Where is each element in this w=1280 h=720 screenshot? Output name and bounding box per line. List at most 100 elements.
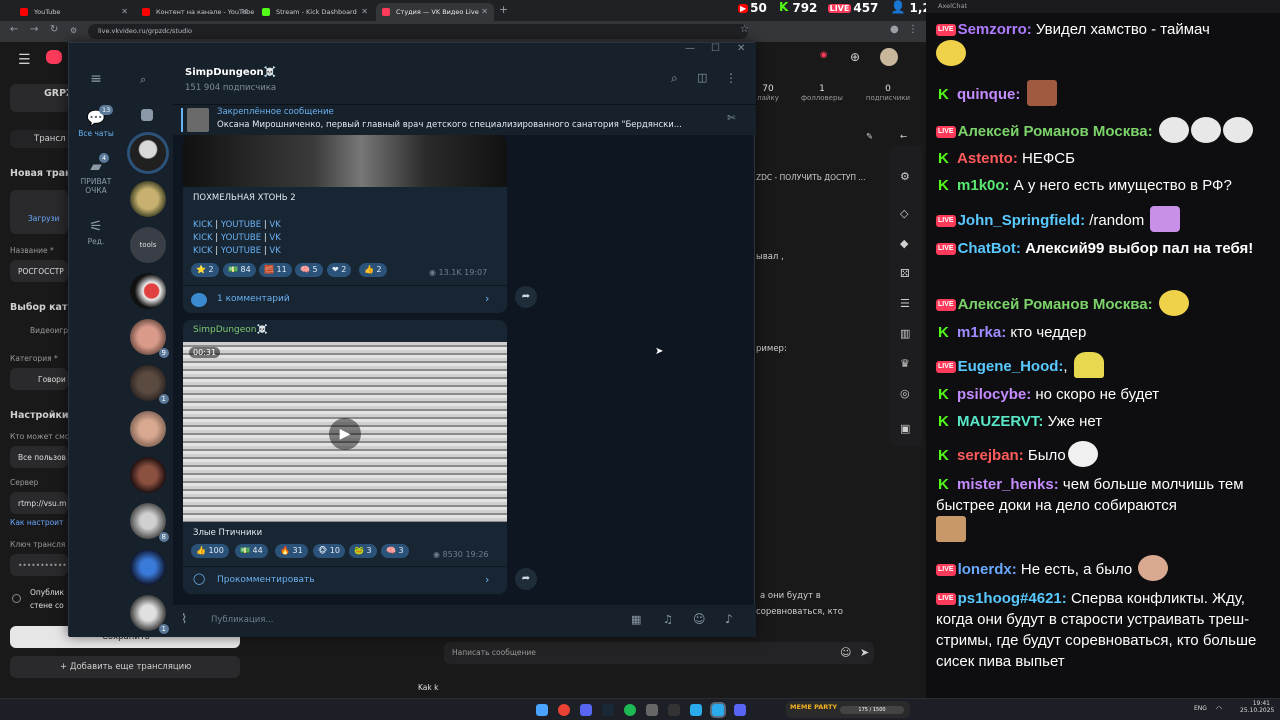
youtube-link[interactable]: YOUTUBE: [221, 233, 261, 243]
comments-button[interactable]: 1 комментарий ›: [183, 285, 507, 313]
reaction-fire[interactable]: 🔥 31: [275, 544, 308, 558]
notifications-icon[interactable]: ◉: [820, 50, 827, 60]
discord-icon[interactable]: [580, 704, 592, 716]
chat-item[interactable]: [130, 457, 166, 493]
browser-tab-youtube[interactable]: YouTube ✕: [14, 3, 134, 21]
wifi-icon[interactable]: ◠: [1216, 705, 1222, 713]
more-icon[interactable]: ⋮: [725, 71, 737, 85]
browser-tab-vk-studio[interactable]: Студия — VK Видео Live ✕: [376, 3, 494, 21]
vk-link[interactable]: VK: [269, 220, 280, 230]
message-input[interactable]: Публикация...: [211, 615, 274, 625]
telegram-icon[interactable]: [690, 704, 702, 716]
play-icon[interactable]: ▶: [329, 418, 361, 450]
close-icon[interactable]: ✕: [737, 43, 745, 54]
kick-link[interactable]: KICK: [193, 220, 213, 230]
list-icon[interactable]: ☰: [900, 297, 910, 310]
chat-item[interactable]: [130, 549, 166, 585]
app-icon[interactable]: [734, 704, 746, 716]
collapse-icon[interactable]: ←: [900, 132, 907, 142]
maximize-icon[interactable]: ☐: [711, 43, 720, 54]
archive-icon[interactable]: [141, 109, 153, 121]
gem-icon[interactable]: ◆: [900, 237, 908, 250]
pinned-message-bar[interactable]: Закреплённое сообщение Оксана Мирошничен…: [173, 105, 756, 135]
reaction-thumbs-up[interactable]: 👍 2: [359, 263, 387, 277]
reaction-brain[interactable]: 🧠 5: [295, 263, 323, 277]
settings-gear-icon[interactable]: ⚙: [900, 170, 910, 183]
publish-checkbox[interactable]: [12, 594, 21, 603]
clock[interactable]: 19:41 25.10.2025: [1240, 700, 1274, 714]
spotify-icon[interactable]: [624, 704, 636, 716]
app-icon[interactable]: [646, 704, 658, 716]
post-image[interactable]: [183, 135, 507, 187]
chat-item[interactable]: [130, 273, 166, 309]
site-info-icon[interactable]: ⚙: [70, 26, 77, 35]
vk-link[interactable]: VK: [269, 233, 280, 243]
upload-cover-button[interactable]: [10, 190, 68, 234]
forward-icon[interactable]: →: [30, 24, 38, 35]
chat-bubble-icon[interactable]: ◎: [900, 387, 910, 400]
kick-link[interactable]: KICK: [193, 246, 213, 256]
chat-item[interactable]: tools: [130, 227, 166, 263]
chat-item[interactable]: 9: [130, 319, 169, 358]
share-button[interactable]: ➦: [515, 286, 537, 308]
bell-icon[interactable]: ♫: [663, 613, 673, 626]
folder-all-chats[interactable]: 💬 Все чаты 13: [69, 105, 123, 138]
reaction-brain[interactable]: 🧠 3: [381, 544, 409, 558]
browser-tab-kick[interactable]: Stream - Kick Dashboard ✕: [256, 3, 374, 21]
sidebar-toggle-icon[interactable]: ◫: [697, 71, 707, 84]
send-icon[interactable]: ➤: [860, 646, 869, 659]
add-stream-button[interactable]: + Добавить еще трансляцию: [10, 656, 240, 678]
avatar[interactable]: [880, 48, 898, 66]
reaction-star[interactable]: ⭐ 2: [191, 263, 219, 277]
share-button[interactable]: ➦: [515, 568, 537, 590]
minimize-icon[interactable]: —: [685, 43, 695, 54]
reaction-money[interactable]: 💵 84: [223, 263, 256, 277]
youtube-link[interactable]: YOUTUBE: [221, 220, 261, 230]
reload-icon[interactable]: ↻: [50, 24, 58, 35]
chat-item[interactable]: 8: [130, 503, 169, 542]
address-bar[interactable]: live.vkvideo.ru/grpzdc/studio: [88, 24, 748, 39]
chat-item[interactable]: [130, 411, 166, 447]
reaction-heart[interactable]: ❤ 2: [327, 263, 352, 277]
studio-chat-input[interactable]: Написать сообщение: [444, 642, 874, 664]
close-tab-icon[interactable]: ✕: [481, 3, 488, 21]
chat-item[interactable]: 1: [130, 595, 169, 634]
diamond-icon[interactable]: ◇: [900, 207, 908, 220]
channel-title[interactable]: SimpDungeon☠️: [185, 67, 276, 78]
pin-list-icon[interactable]: ✄: [727, 113, 735, 124]
vk-link[interactable]: VK: [269, 246, 280, 256]
meme-party-widget[interactable]: MEME PARTY 175 / 1500: [786, 701, 910, 718]
menu-icon[interactable]: ⋮: [908, 24, 918, 35]
chat-simpdungeon[interactable]: [130, 135, 166, 171]
schedule-icon[interactable]: ▦: [631, 613, 641, 626]
pin-icon[interactable]: ✎: [866, 132, 873, 142]
youtube-link[interactable]: YOUTUBE: [221, 246, 261, 256]
add-icon[interactable]: ⊕: [850, 50, 860, 64]
new-tab-button[interactable]: +: [499, 3, 508, 16]
start-icon[interactable]: [536, 704, 548, 716]
reaction-frog[interactable]: 🐸 3: [349, 544, 377, 558]
tab-streams[interactable]: Трансл: [34, 134, 65, 144]
back-icon[interactable]: ←: [10, 24, 18, 35]
bookmark-star-icon[interactable]: ☆: [740, 24, 749, 35]
video-player[interactable]: 00:31 ▶: [183, 342, 507, 522]
folder-private[interactable]: ▰ ПРИВАТ ОЧКА 4: [69, 153, 123, 195]
emoji-icon[interactable]: ☺: [693, 612, 706, 626]
chat-item[interactable]: [130, 181, 166, 217]
reaction-thumbs-up[interactable]: 👍 100: [191, 544, 229, 558]
browser-tab-youtube-content[interactable]: Контент на канале - YouTube ✕: [136, 3, 254, 21]
attach-icon[interactable]: ⌇: [181, 612, 187, 627]
channel-post[interactable]: ПОХМЕЛЬНАЯ ХТОНЬ 2 KICK | YOUTUBE | VK K…: [183, 135, 507, 313]
channel-post[interactable]: SimpDungeon☠️ 00:31 ▶ Злые Птичники 👍 10…: [183, 320, 507, 594]
search-icon[interactable]: ⌕: [671, 71, 678, 86]
profile-avatar[interactable]: ●: [890, 24, 899, 35]
telegram-active-icon[interactable]: [712, 704, 724, 716]
reaction-brick[interactable]: 🧱 11: [259, 263, 292, 277]
steam-icon[interactable]: [602, 704, 614, 716]
widget-icon[interactable]: ▣: [900, 422, 910, 435]
emoji-icon[interactable]: ☺: [840, 646, 851, 659]
comment-button[interactable]: ◯ Прокомментировать ›: [183, 566, 507, 594]
chrome-icon[interactable]: [558, 704, 570, 716]
chat-item[interactable]: 1: [130, 365, 169, 404]
main-menu-icon[interactable]: ≡: [69, 71, 123, 87]
